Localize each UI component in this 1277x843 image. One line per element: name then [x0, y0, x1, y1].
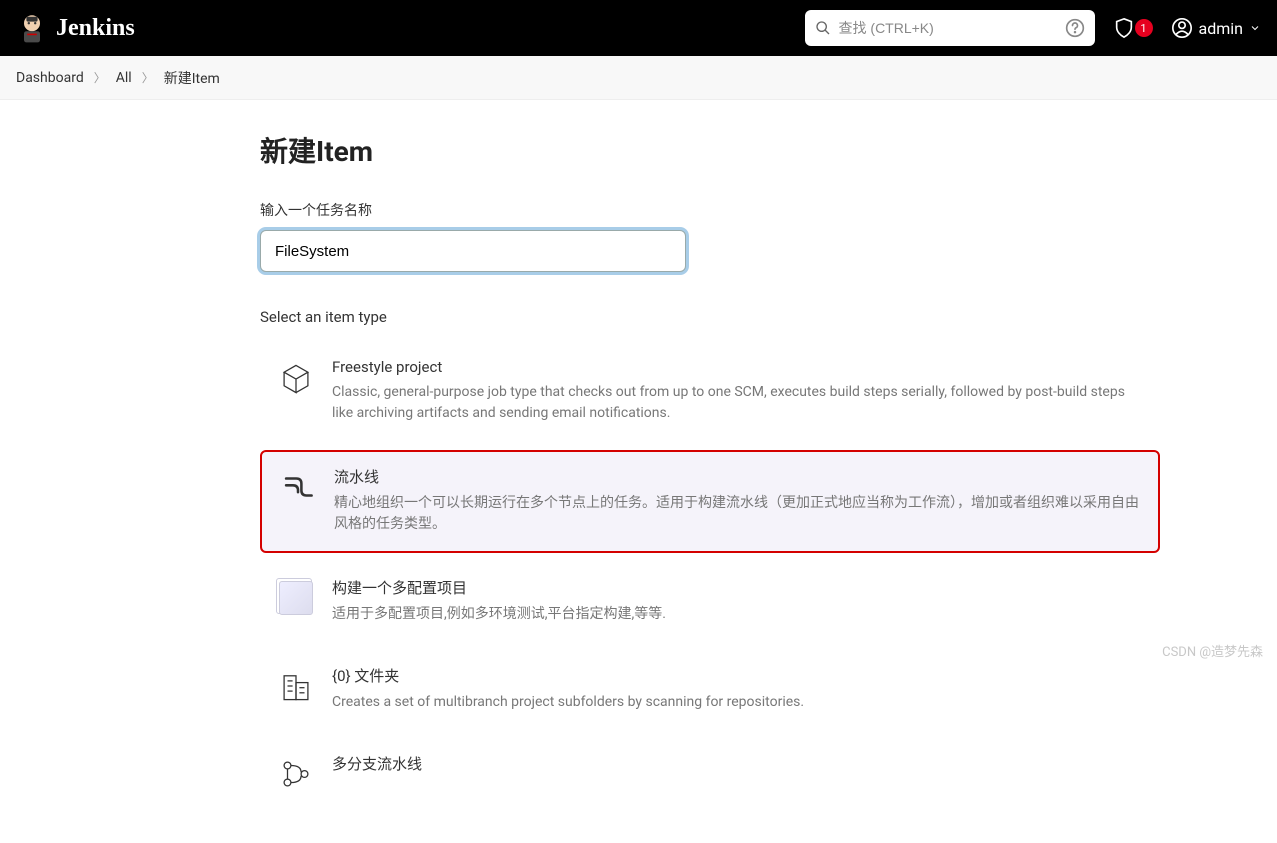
item-title: 流水线 [334, 466, 1140, 487]
item-type-list: Freestyle project Classic, general-purpo… [260, 344, 1160, 803]
breadcrumb-item-all[interactable]: All [116, 70, 132, 86]
select-type-label: Select an item type [260, 308, 1160, 326]
item-title: Freestyle project [332, 358, 1142, 376]
help-icon[interactable] [1065, 18, 1085, 38]
logo-text: Jenkins [56, 15, 135, 42]
breadcrumb: Dashboard 〉 All 〉 新建Item [0, 56, 1277, 100]
item-desc: 适用于多配置项目,例如多环境测试,平台指定构建,等等. [332, 604, 1142, 625]
cube-icon [278, 362, 314, 398]
item-type-folder[interactable]: {0} 文件夹 Creates a set of multibranch pro… [260, 651, 1160, 729]
branch-icon [278, 757, 314, 793]
search-box[interactable] [805, 10, 1095, 46]
item-type-multiconfig[interactable]: 构建一个多配置项目 适用于多配置项目,例如多环境测试,平台指定构建,等等. [260, 563, 1160, 641]
item-desc: Classic, general-purpose job type that c… [332, 382, 1142, 424]
item-type-pipeline[interactable]: 流水线 精心地组织一个可以长期运行在多个节点上的任务。适用于构建流水线（更加正式… [260, 450, 1160, 553]
item-type-freestyle[interactable]: Freestyle project Classic, general-purpo… [260, 344, 1160, 440]
chevron-right-icon: 〉 [142, 69, 154, 86]
watermark: CSDN @造梦先森 [1162, 641, 1263, 660]
search-icon [815, 20, 831, 36]
item-type-multibranch[interactable]: 多分支流水线 [260, 739, 1160, 793]
main-content: 新建Item 输入一个任务名称 Select an item type Free… [0, 100, 1160, 843]
search-input[interactable] [839, 20, 1057, 36]
pipeline-icon [280, 470, 316, 506]
item-title: 多分支流水线 [332, 753, 1142, 774]
breadcrumb-item-new[interactable]: 新建Item [164, 68, 220, 88]
item-desc: Creates a set of multibranch project sub… [332, 692, 1142, 713]
item-title: {0} 文件夹 [332, 665, 1142, 686]
name-field-label: 输入一个任务名称 [260, 200, 1160, 220]
item-name-input[interactable] [260, 230, 686, 272]
shield-icon [1113, 17, 1135, 39]
top-header: Jenkins 1 admin [0, 0, 1277, 56]
jenkins-logo-icon [16, 10, 48, 46]
person-icon [1171, 17, 1193, 39]
chevron-right-icon: 〉 [94, 69, 106, 86]
chevron-down-icon [1249, 22, 1261, 34]
page-title: 新建Item [260, 130, 1160, 170]
user-menu[interactable]: admin [1171, 17, 1261, 39]
multiconfig-icon [278, 581, 314, 617]
breadcrumb-item-dashboard[interactable]: Dashboard [16, 70, 84, 86]
building-icon [278, 669, 314, 705]
user-name: admin [1199, 19, 1243, 38]
alert-badge: 1 [1135, 19, 1153, 37]
logo[interactable]: Jenkins [16, 10, 135, 46]
alerts-button[interactable]: 1 [1107, 17, 1159, 39]
item-desc: 精心地组织一个可以长期运行在多个节点上的任务。适用于构建流水线（更加正式地应当称… [334, 493, 1140, 535]
item-title: 构建一个多配置项目 [332, 577, 1142, 598]
